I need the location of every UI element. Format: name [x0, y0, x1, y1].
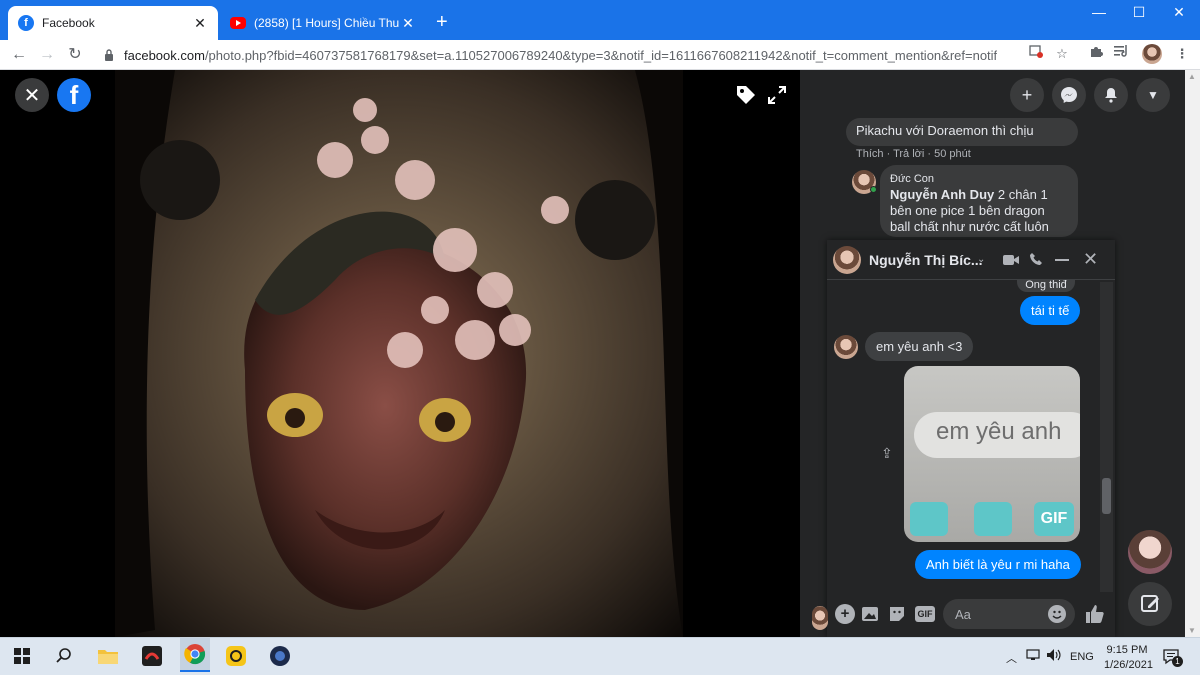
messenger-chat-window: Nguyễn Thị Bíc... ⌄ ✕ Ông thiđ tái ti tế…: [827, 240, 1115, 637]
comment-text: Pikachu với Doraemon thì chịu: [856, 123, 1034, 138]
plus-icon[interactable]: +: [835, 604, 855, 624]
sticker-icon[interactable]: [889, 606, 905, 627]
lock-icon: [104, 49, 114, 61]
new-tab-button[interactable]: +: [436, 12, 448, 32]
facebook-favicon-icon: f: [18, 15, 34, 31]
scroll-down-icon[interactable]: ▼: [1188, 626, 1196, 635]
tab-close-icon[interactable]: ✕: [192, 15, 208, 32]
photo-icon[interactable]: [861, 606, 879, 627]
clock-time: 9:15 PM: [1106, 644, 1148, 656]
partial-avatar: [812, 606, 828, 630]
tag-icon[interactable]: [735, 84, 757, 111]
comment-author[interactable]: Đức Con: [890, 171, 1068, 187]
message-outgoing: Anh biết là yêu r mi haha: [915, 550, 1081, 579]
back-arrow-icon[interactable]: ←: [8, 44, 30, 66]
profile-avatar[interactable]: [1142, 44, 1162, 64]
address-bar[interactable]: facebook.com/photo.php?fbid=460737581768…: [98, 43, 1008, 67]
online-status-dot: [870, 186, 877, 193]
url-path: /photo.php?fbid=460737581768179&set=a.11…: [204, 47, 998, 63]
thumbs-up-icon[interactable]: [1085, 604, 1105, 629]
new-message-button[interactable]: [1128, 582, 1172, 626]
tab-youtube[interactable]: (2858) [1 Hours] Chiều Thu Họa Bóng Nàng…: [220, 6, 426, 40]
account-menu-caret-icon[interactable]: ▼: [1136, 78, 1170, 112]
tab-title: Facebook: [42, 16, 95, 30]
fullscreen-icon[interactable]: [768, 86, 786, 109]
message-partial: Ông thiđ: [1017, 280, 1075, 292]
search-icon[interactable]: [50, 642, 78, 670]
star-icon[interactable]: ☆: [1052, 44, 1072, 64]
sender-avatar: [834, 335, 858, 359]
chat-header: Nguyễn Thị Bíc... ⌄ ✕: [827, 240, 1115, 280]
notification-count-badge: 1: [1172, 656, 1183, 667]
windows-start-icon[interactable]: [8, 642, 36, 670]
chrome-taskbar-icon[interactable]: [180, 638, 210, 672]
close-chat-icon[interactable]: ✕: [1083, 249, 1098, 270]
comment-bubble: Đức Con Nguyễn Anh Duy 2 chân 1 bên one …: [880, 165, 1078, 237]
tab-close-icon[interactable]: ✕: [400, 15, 416, 32]
create-plus-icon[interactable]: +: [1010, 78, 1044, 112]
network-icon[interactable]: [1026, 648, 1042, 665]
window-close-button[interactable]: ✕: [1164, 4, 1194, 21]
url-host: facebook.com: [124, 47, 205, 63]
chevron-down-icon[interactable]: ⌄: [977, 254, 985, 265]
close-viewer-button[interactable]: ✕: [15, 78, 49, 112]
comment-bubble: Pikachu với Doraemon thì chịu: [846, 118, 1078, 146]
facebook-logo-icon[interactable]: f: [57, 78, 91, 112]
system-clock[interactable]: 9:15 PM 1/26/2021: [1104, 643, 1153, 673]
app-launcher-icon[interactable]: [222, 642, 250, 670]
volume-icon[interactable]: [1046, 648, 1062, 665]
message-incoming: em yêu anh <3: [865, 332, 974, 361]
kebab-menu-icon[interactable]: ⋮: [1172, 44, 1192, 64]
notifications-bell-icon[interactable]: [1094, 78, 1128, 112]
input-language[interactable]: ENG: [1070, 651, 1094, 663]
browser-tab-strip: f Facebook ✕ (2858) [1 Hours] Chiều Thu …: [0, 0, 1200, 40]
chat-scrollbar[interactable]: [1100, 282, 1113, 592]
comment-actions[interactable]: Thích · Trả lời · 50 phút: [856, 148, 971, 160]
contact-name[interactable]: Nguyễn Thị Bíc...: [869, 252, 983, 268]
forward-arrow-icon[interactable]: →: [36, 44, 58, 66]
image-gif-label: GIF: [1034, 502, 1074, 536]
gif-icon[interactable]: GIF: [915, 606, 935, 622]
tattoo-illustration: [115, 70, 683, 637]
video-call-icon[interactable]: [1003, 253, 1019, 271]
clock-date: 1/26/2021: [1104, 659, 1153, 671]
message-input-placeholder: Aa: [955, 607, 971, 622]
puzzle-icon[interactable]: [1086, 44, 1106, 64]
game-app-icon[interactable]: [266, 642, 294, 670]
show-hidden-icons-icon[interactable]: ︿: [1006, 650, 1017, 666]
blocked-popup-icon[interactable]: [1026, 44, 1046, 64]
tab-facebook[interactable]: f Facebook ✕: [8, 6, 218, 40]
emoji-icon[interactable]: [1048, 605, 1066, 623]
action-center-icon[interactable]: 1: [1163, 648, 1183, 671]
media-control-icon[interactable]: [1112, 44, 1132, 64]
message-outgoing: tái ti tế: [1020, 296, 1081, 325]
message-input[interactable]: Aa: [943, 599, 1075, 629]
youtube-favicon-icon: [230, 17, 246, 29]
garena-app-icon[interactable]: [138, 642, 166, 670]
chat-scrollbar-thumb[interactable]: [1102, 478, 1111, 514]
file-explorer-icon[interactable]: [94, 642, 122, 670]
maximize-button[interactable]: ☐: [1124, 4, 1154, 21]
comment-mention[interactable]: Nguyễn Anh Duy: [890, 187, 994, 202]
page-scrollbar[interactable]: ▲ ▼: [1185, 70, 1200, 637]
minimize-chat-icon[interactable]: [1055, 259, 1069, 261]
scroll-up-icon[interactable]: ▲: [1188, 72, 1196, 81]
contact-avatar[interactable]: [833, 246, 861, 274]
phone-call-icon[interactable]: [1029, 252, 1043, 271]
minimize-button[interactable]: —: [1084, 4, 1114, 20]
share-icon[interactable]: ⇪: [881, 445, 893, 462]
tab-title: (2858) [1 Hours] Chiều Thu Họa Bóng Nàng: [254, 16, 400, 30]
messenger-icon[interactable]: [1052, 78, 1086, 112]
reload-icon[interactable]: ↻: [64, 44, 86, 66]
tattoo-photo: [115, 70, 683, 637]
image-caption-text: em yêu anh: [936, 418, 1062, 445]
message-image[interactable]: em yêu anh GIF: [904, 366, 1080, 542]
chat-head-avatar[interactable]: [1128, 530, 1172, 574]
browser-toolbar: ← → ↻ facebook.com/photo.php?fbid=460737…: [0, 40, 1200, 70]
